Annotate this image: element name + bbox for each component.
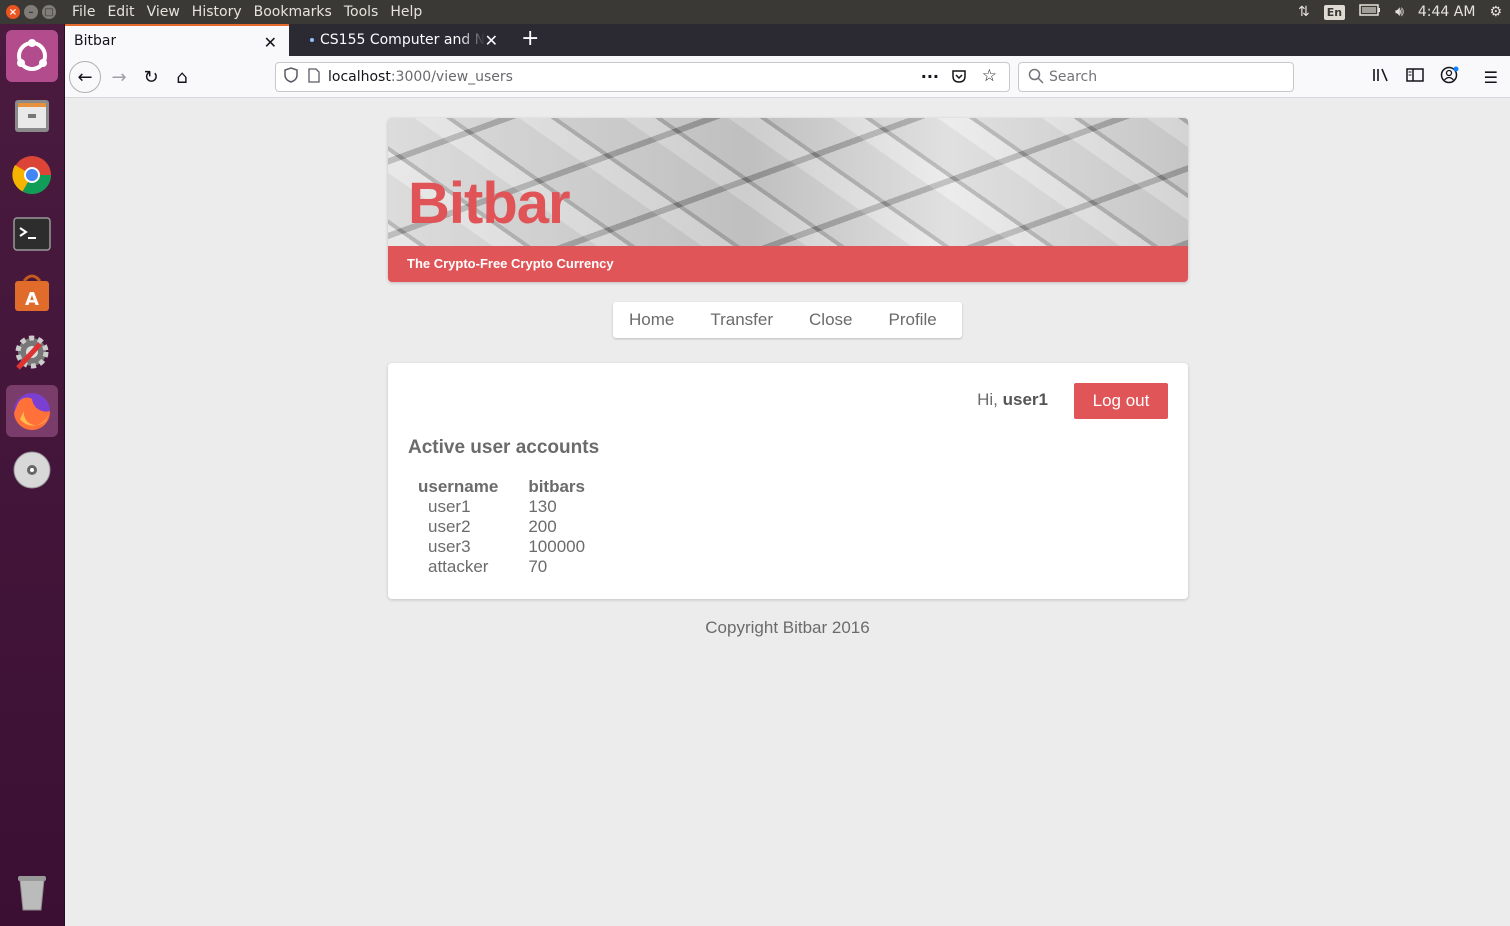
library-icon[interactable] xyxy=(1372,67,1390,87)
back-arrow-icon[interactable]: ← xyxy=(69,61,101,93)
menu-help[interactable]: Help xyxy=(384,0,428,24)
cell-bitbars: 200 xyxy=(528,517,557,536)
tab-title: Bitbar xyxy=(74,33,117,49)
search-placeholder: Search xyxy=(1049,69,1098,85)
tab-title: CS155 Computer and Ne xyxy=(320,32,485,48)
window-maximize-button[interactable]: □ xyxy=(42,5,56,19)
url-bar[interactable]: localhost:3000/view_users ··· ☆ xyxy=(275,62,1010,92)
tagline-bar: The Crypto-Free Crypto Currency xyxy=(388,246,1188,282)
reload-icon[interactable]: ↻ xyxy=(135,61,167,93)
tracking-shield-icon[interactable] xyxy=(284,67,298,87)
cell-bitbars: 100000 xyxy=(528,537,586,556)
terminal-icon[interactable] xyxy=(6,208,58,260)
search-icon xyxy=(1028,68,1044,88)
ubuntu-dash-icon[interactable] xyxy=(6,30,58,82)
window-close-button[interactable]: × xyxy=(6,5,20,19)
system-tray: ⇅ En 🔊︎ 4:44 AM ⚙ xyxy=(1298,0,1510,24)
sidebar-toggle-icon[interactable] xyxy=(1405,67,1424,87)
page-content: Bitbar The Crypto-Free Crypto Currency H… xyxy=(65,98,1510,926)
cell-username: user3 xyxy=(428,537,471,556)
account-icon[interactable] xyxy=(1440,66,1460,88)
cell-username: user1 xyxy=(428,497,471,516)
greeting-username: user1 xyxy=(1002,390,1048,409)
system-settings-icon[interactable] xyxy=(6,326,58,378)
menu-tools[interactable]: Tools xyxy=(338,0,385,24)
cell-bitbars: 130 xyxy=(528,497,557,516)
new-tab-plus-icon[interactable]: + xyxy=(521,26,539,51)
cell-username: attacker xyxy=(428,557,489,576)
tab-cs155[interactable]: CS155 Computer and Ne ✕ xyxy=(300,24,510,56)
nav-close-link[interactable]: Close xyxy=(809,310,852,330)
nav-home-link[interactable]: Home xyxy=(629,310,674,330)
cell-username: user2 xyxy=(428,517,471,536)
battery-icon[interactable] xyxy=(1359,4,1381,20)
table-row: user3 100000 xyxy=(418,537,615,557)
settings-gear-icon[interactable]: ⚙ xyxy=(1489,4,1502,20)
table-row: user2 200 xyxy=(418,517,615,537)
menu-history[interactable]: History xyxy=(186,0,248,24)
svg-text:A: A xyxy=(25,289,39,310)
forward-arrow-icon[interactable]: → xyxy=(103,61,135,93)
tab-close-icon[interactable]: ✕ xyxy=(264,33,277,52)
bookmark-star-icon[interactable]: ☆ xyxy=(982,66,997,86)
chrome-icon[interactable] xyxy=(6,149,58,201)
menu-bookmarks[interactable]: Bookmarks xyxy=(248,0,338,24)
site-nav: Home Transfer Close Profile xyxy=(613,302,962,338)
browser-navigation-bar: ← → ↻ ⌂ localhost:3000/view_users ··· ☆ … xyxy=(65,56,1510,98)
footer-copyright: Copyright Bitbar 2016 xyxy=(705,618,870,637)
nav-profile-link[interactable]: Profile xyxy=(889,310,937,330)
user-greeting: Hi, user1 xyxy=(977,390,1048,410)
software-center-icon[interactable]: A xyxy=(6,267,58,319)
window-controls: × – □ xyxy=(6,5,56,19)
system-top-bar: × – □ File Edit View History Bookmarks T… xyxy=(0,0,1510,24)
cell-bitbars: 70 xyxy=(528,557,548,576)
launcher-dock: A xyxy=(0,24,65,926)
tab-close-icon[interactable]: ✕ xyxy=(485,31,498,50)
page-actions-menu-icon[interactable]: ··· xyxy=(921,67,939,86)
hamburger-menu-icon[interactable]: ☰ xyxy=(1484,68,1498,87)
keyboard-language-indicator[interactable]: En xyxy=(1323,4,1346,20)
trash-icon[interactable] xyxy=(6,866,58,918)
network-transfer-icon[interactable]: ⇅ xyxy=(1298,4,1310,20)
menu-view[interactable]: View xyxy=(141,0,186,24)
nav-transfer-link[interactable]: Transfer xyxy=(710,310,773,330)
tab-attention-dot xyxy=(310,38,314,42)
volume-icon[interactable]: 🔊︎ xyxy=(1395,4,1404,20)
search-input[interactable]: Search xyxy=(1018,62,1294,92)
table-row: user1 130 xyxy=(418,497,615,517)
firefox-icon[interactable] xyxy=(6,385,58,437)
tab-bitbar[interactable]: Bitbar ✕ xyxy=(65,24,289,56)
table-header-row: username bitbars xyxy=(418,477,615,497)
column-header-username: username xyxy=(418,477,499,496)
greeting-prefix: Hi, xyxy=(977,390,998,409)
logout-button[interactable]: Log out xyxy=(1074,383,1168,419)
menu-edit[interactable]: Edit xyxy=(101,0,140,24)
files-icon[interactable] xyxy=(6,90,58,142)
clock[interactable]: 4:44 AM xyxy=(1418,4,1476,20)
accounts-heading: Active user accounts xyxy=(408,437,600,458)
accounts-table: username bitbars user1 130 user2 200 use… xyxy=(418,477,615,577)
site-banner: Bitbar The Crypto-Free Crypto Currency xyxy=(388,118,1188,282)
menu-file[interactable]: File xyxy=(66,0,101,24)
url-path: :3000/view_users xyxy=(390,69,513,85)
home-icon[interactable]: ⌂ xyxy=(166,61,198,93)
page-info-icon[interactable] xyxy=(308,67,320,87)
table-row: attacker 70 xyxy=(418,557,615,577)
window-minimize-button[interactable]: – xyxy=(24,5,38,19)
toolbar-right-icons: ☰ xyxy=(1372,56,1498,98)
site-tagline: The Crypto-Free Crypto Currency xyxy=(407,256,614,271)
dvd-disc-icon[interactable] xyxy=(6,444,58,496)
browser-tab-strip: Bitbar ✕ CS155 Computer and Ne ✕ + xyxy=(65,24,1510,56)
pocket-icon[interactable] xyxy=(951,68,967,88)
column-header-bitbars: bitbars xyxy=(528,477,586,496)
site-title: Bitbar xyxy=(408,171,571,236)
content-card: Hi, user1 Log out Active user accounts u… xyxy=(388,363,1188,599)
url-host: localhost xyxy=(328,69,391,85)
